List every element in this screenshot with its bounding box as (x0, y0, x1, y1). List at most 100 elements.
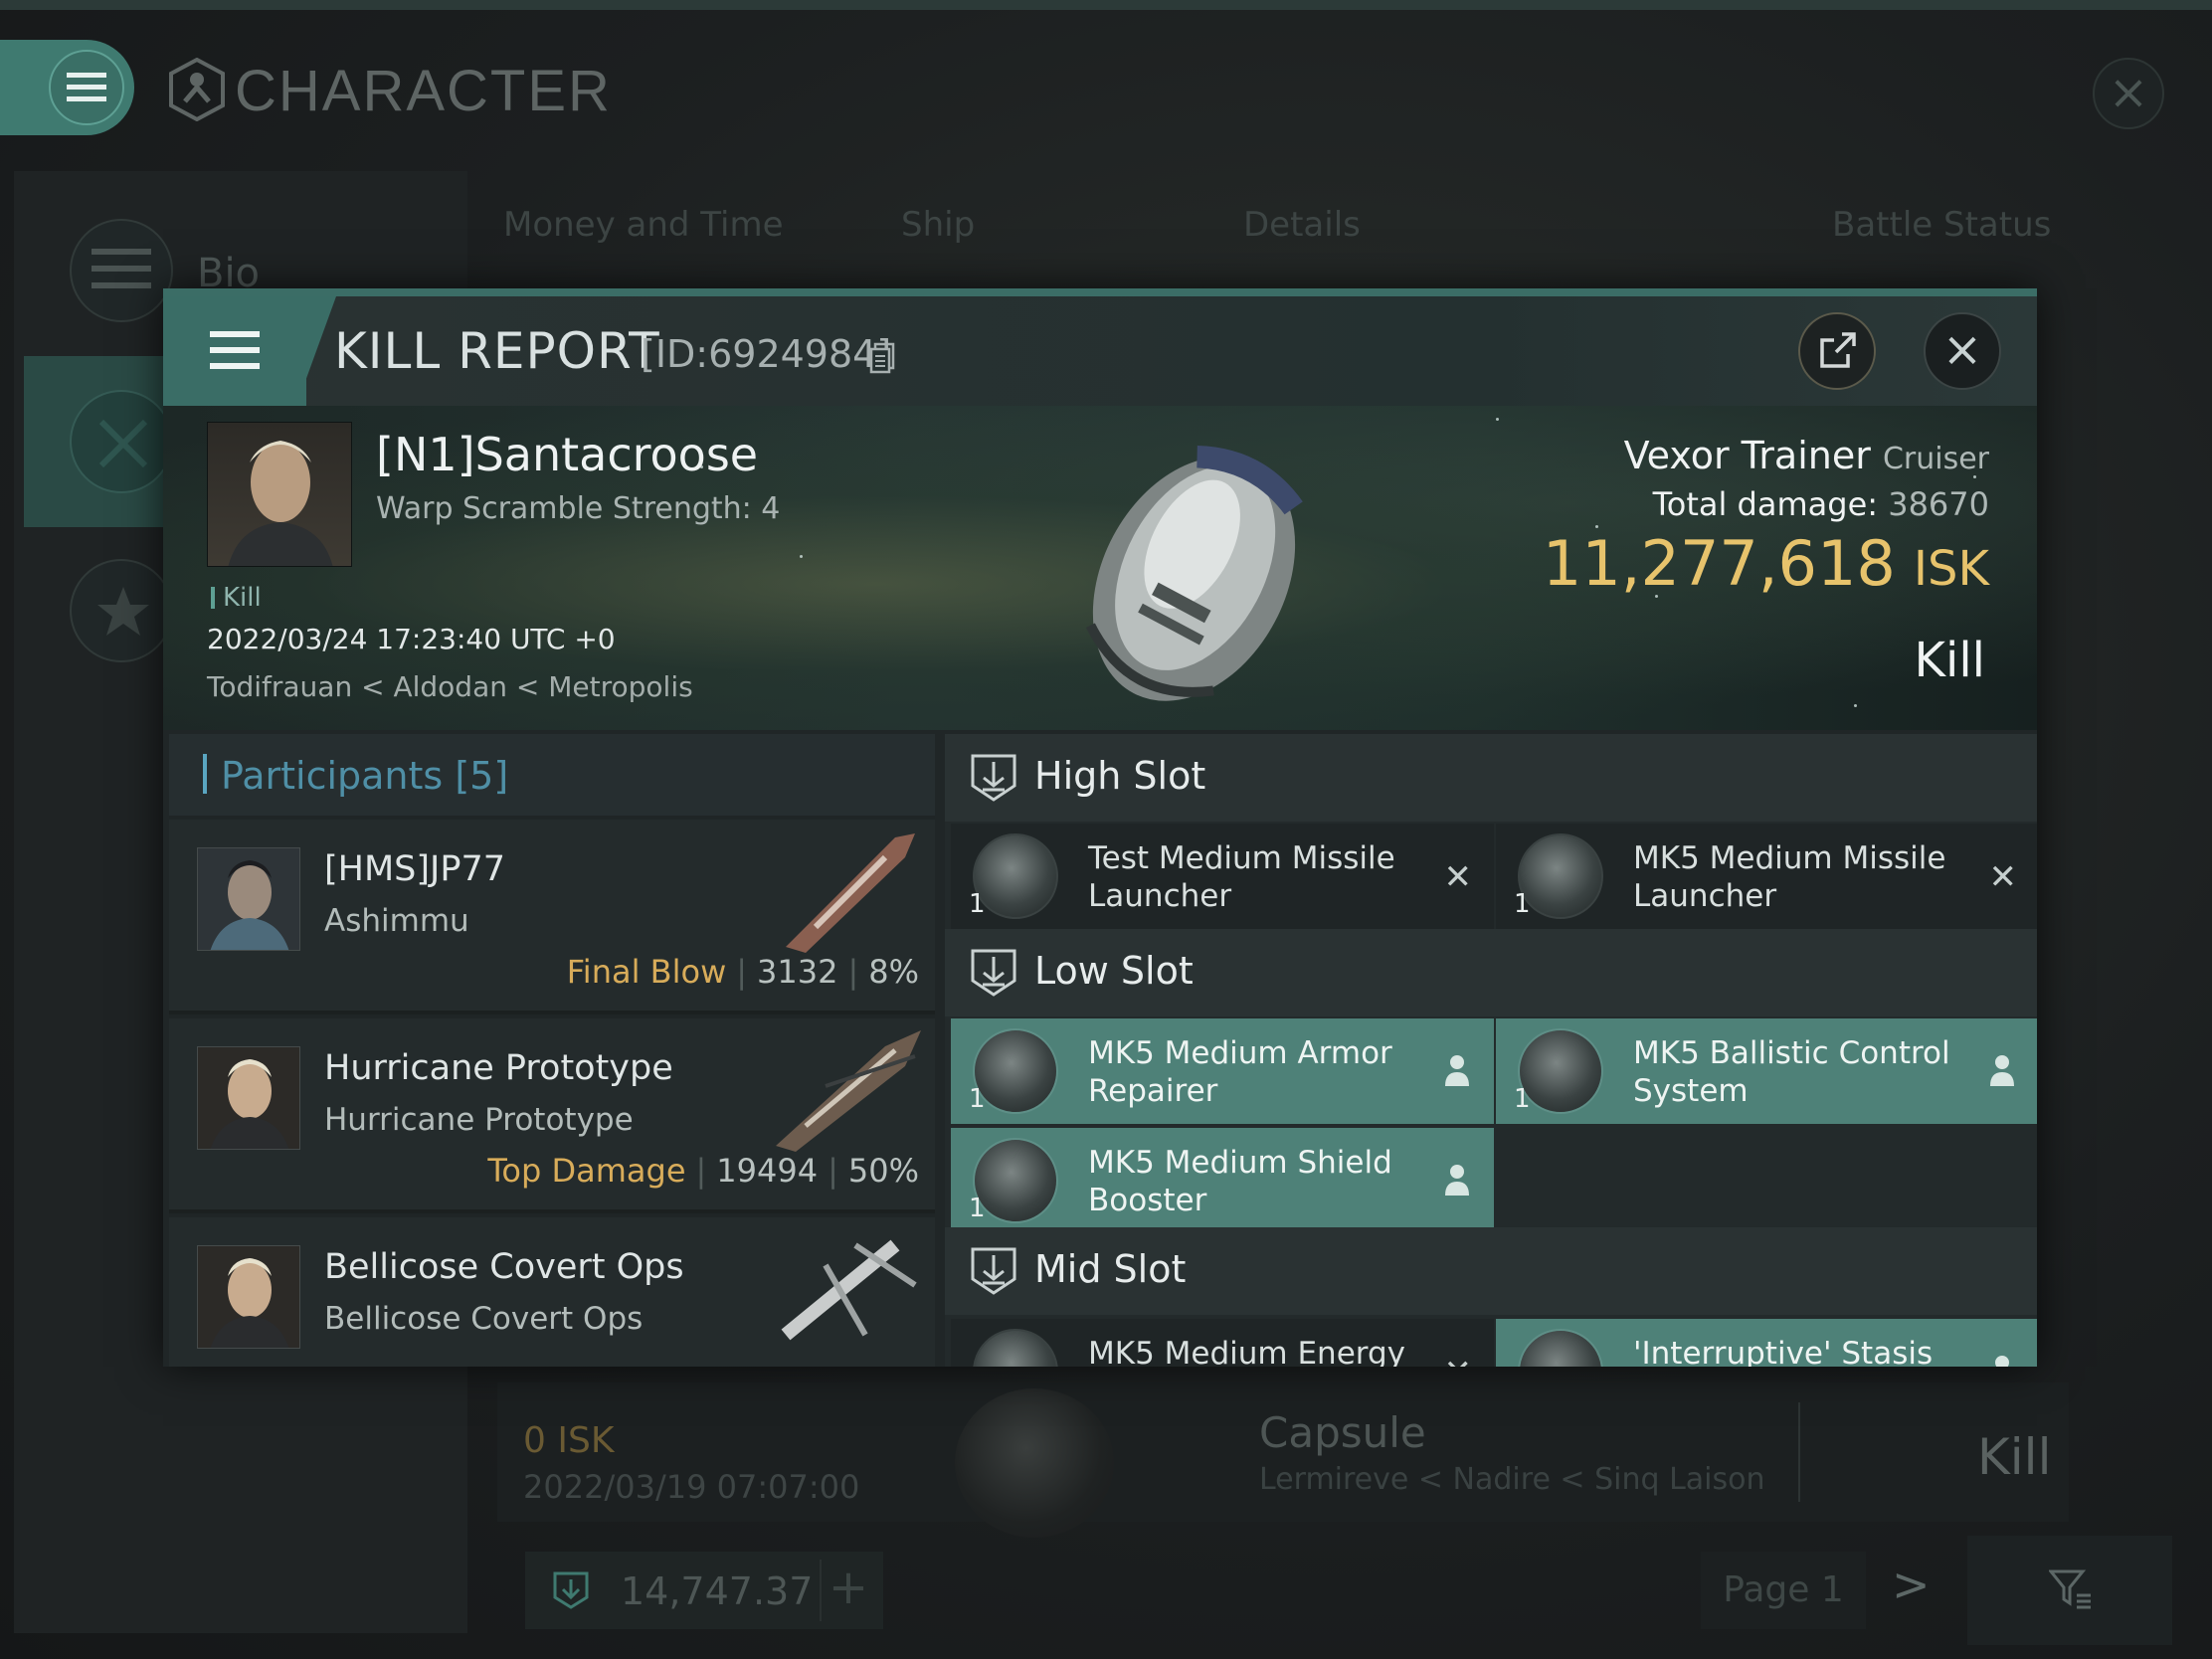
main-menu-icon-circle[interactable] (49, 50, 124, 125)
isk-value: 11,277,618 ISK (1543, 527, 1989, 600)
participant-damage: 19494 (716, 1152, 819, 1190)
next-page-button[interactable]: > (1892, 1558, 1931, 1611)
hamburger-icon (67, 73, 106, 102)
copy-icon[interactable] (869, 342, 895, 374)
low-slot-icon (971, 949, 1016, 997)
participant-ship-image (776, 1030, 921, 1152)
kill-tag: Kill (211, 583, 262, 613)
header-accent (203, 754, 207, 794)
capsule-image (955, 1388, 1114, 1538)
share-button[interactable] (1798, 312, 1876, 390)
filter-icon (2049, 1569, 2091, 1609)
kill-list-row[interactable]: 0 ISK 2022/03/19 07:07:00 Capsule Lermir… (497, 1382, 2069, 1538)
row-ship: Capsule (1259, 1408, 1426, 1457)
victim-portrait[interactable] (207, 422, 352, 567)
crossed-swords-icon (70, 390, 173, 493)
destroyed-icon: ✕ (1988, 857, 2018, 897)
ship-class: Cruiser (1882, 442, 1989, 476)
total-damage-label: Total damage: (1652, 485, 1879, 523)
high-slot-header: High Slot (945, 734, 2037, 822)
missile-launcher-icon (1518, 833, 1603, 919)
item-quantity: 1 (1514, 889, 1531, 919)
item-name: 'Interruptive' Stasis (1633, 1336, 1934, 1367)
total-damage-value: 38670 (1888, 485, 1989, 523)
fitting-item[interactable]: 1 Test Medium Missile Launcher ✕ (951, 824, 1494, 929)
dropped-icon (1995, 1356, 2009, 1367)
tab-money-and-time[interactable]: Money and Time (503, 205, 784, 245)
participant-portrait (197, 1245, 300, 1349)
participant-percent: 50% (847, 1152, 919, 1190)
share-icon (1820, 332, 1856, 368)
tab-details[interactable]: Details (1243, 205, 1361, 245)
close-icon: × (2108, 64, 2149, 120)
participant-stats: Top Damage | 19494 | 50% (487, 1152, 919, 1190)
row-location: Lermireve < Nadire < Sinq Laison (1259, 1462, 1765, 1497)
participant-portrait (197, 847, 300, 951)
item-name: Test Medium Missile Launcher (1088, 840, 1395, 914)
participants-panel: Participants [5] [HMS]JP77 Ashimmu Final… (169, 734, 935, 1367)
participant-row[interactable]: Bellicose Covert Ops Bellicose Covert Op… (169, 1217, 935, 1367)
report-result: Kill (1914, 633, 1985, 688)
main-menu-button[interactable] (0, 40, 134, 135)
fitting-item[interactable]: 1 MK5 Medium Energy ✕ (951, 1319, 1494, 1367)
page-indicator: Page 1 (1701, 1552, 1866, 1629)
fitting-item[interactable]: 1 MK5 Medium Armor Repairer (951, 1018, 1494, 1124)
window-close-button[interactable]: × (2093, 58, 2164, 129)
item-quantity: 1 (969, 1084, 986, 1114)
wallet[interactable]: 14,747.37 + (525, 1552, 883, 1629)
participant-stats: Final Blow | 3132 | 8% (566, 953, 919, 991)
character-icon (169, 58, 225, 121)
mid-slot-header: Mid Slot (945, 1227, 2037, 1315)
header-slant (296, 296, 336, 406)
participant-portrait (197, 1046, 300, 1150)
participants-header: Participants [5] (169, 734, 935, 816)
fitting-item[interactable]: 1 MK5 Ballistic Control System (1496, 1018, 2037, 1124)
participant-tag: Final Blow (566, 953, 727, 991)
shield-booster-icon (973, 1138, 1058, 1223)
kill-location[interactable]: Todifrauan < Aldodan < Metropolis (207, 670, 693, 703)
dropped-icon (1445, 1165, 1469, 1196)
isk-unit: ISK (1913, 541, 1989, 597)
low-slot-title: Low Slot (1034, 949, 1194, 993)
participant-tag: Top Damage (487, 1152, 686, 1190)
hamburger-icon (210, 331, 260, 371)
list-icon (70, 219, 173, 322)
tab-battle-status[interactable]: Battle Status (1832, 205, 2051, 245)
participant-row[interactable]: [HMS]JP77 Ashimmu Final Blow | 3132 | 8% (169, 820, 935, 1014)
kill-report-dialog: KILL REPORT [ID:6924984] × [N1]Santacroo… (163, 288, 2037, 1367)
participant-row[interactable]: Hurricane Prototype Hurricane Prototype … (169, 1018, 935, 1213)
divider (1798, 1402, 1800, 1502)
victim-ship-image[interactable] (969, 416, 1406, 724)
ballistic-control-icon (1518, 1028, 1603, 1114)
fitting-item[interactable]: 1 MK5 Medium Shield Booster (951, 1128, 1494, 1233)
report-id: [ID:6924984] (641, 332, 892, 376)
filter-button[interactable] (1967, 1536, 2172, 1645)
dialog-accent-line (163, 288, 2037, 296)
row-type: Kill (1977, 1428, 2052, 1486)
participant-name: Hurricane Prototype (324, 1048, 673, 1088)
participant-ship: Ashimmu (324, 903, 469, 939)
fitting-item[interactable]: 1 MK5 Medium Missile Launcher ✕ (1496, 824, 2037, 929)
victim-name[interactable]: [N1]Santacroose (376, 428, 758, 481)
dialog-close-button[interactable]: × (1924, 312, 2001, 390)
victim-ship[interactable]: Vexor Trainer Cruiser (1624, 434, 1989, 477)
window-title: CHARACTER (235, 59, 612, 123)
fitting-panel: High Slot 1 Test Medium Missile Launcher… (945, 734, 2037, 1367)
tab-ship[interactable]: Ship (901, 205, 975, 245)
dialog-title: KILL REPORT (334, 322, 660, 380)
participant-ship-image (781, 1239, 917, 1341)
victim-banner: [N1]Santacroose Warp Scramble Strength: … (163, 406, 2037, 730)
add-funds-button[interactable]: + (820, 1560, 875, 1621)
participant-ship: Bellicose Covert Ops (324, 1301, 644, 1337)
report-menu-button[interactable] (163, 296, 306, 406)
fitting-item[interactable]: 1 'Interruptive' Stasis (1496, 1319, 2037, 1367)
item-name: MK5 Medium Energy (1088, 1336, 1405, 1367)
bottom-bar: 14,747.37 + Page 1 > (0, 1528, 2212, 1659)
missile-launcher-icon (973, 833, 1058, 919)
participants-label: Participants (221, 754, 444, 798)
participant-percent: 8% (868, 953, 919, 991)
mid-slot-title: Mid Slot (1034, 1247, 1187, 1291)
mid-slot-icon (971, 1247, 1016, 1295)
item-name: MK5 Medium Armor Repairer (1088, 1035, 1392, 1109)
kill-datetime: 2022/03/24 17:23:40 UTC +0 (207, 623, 616, 655)
